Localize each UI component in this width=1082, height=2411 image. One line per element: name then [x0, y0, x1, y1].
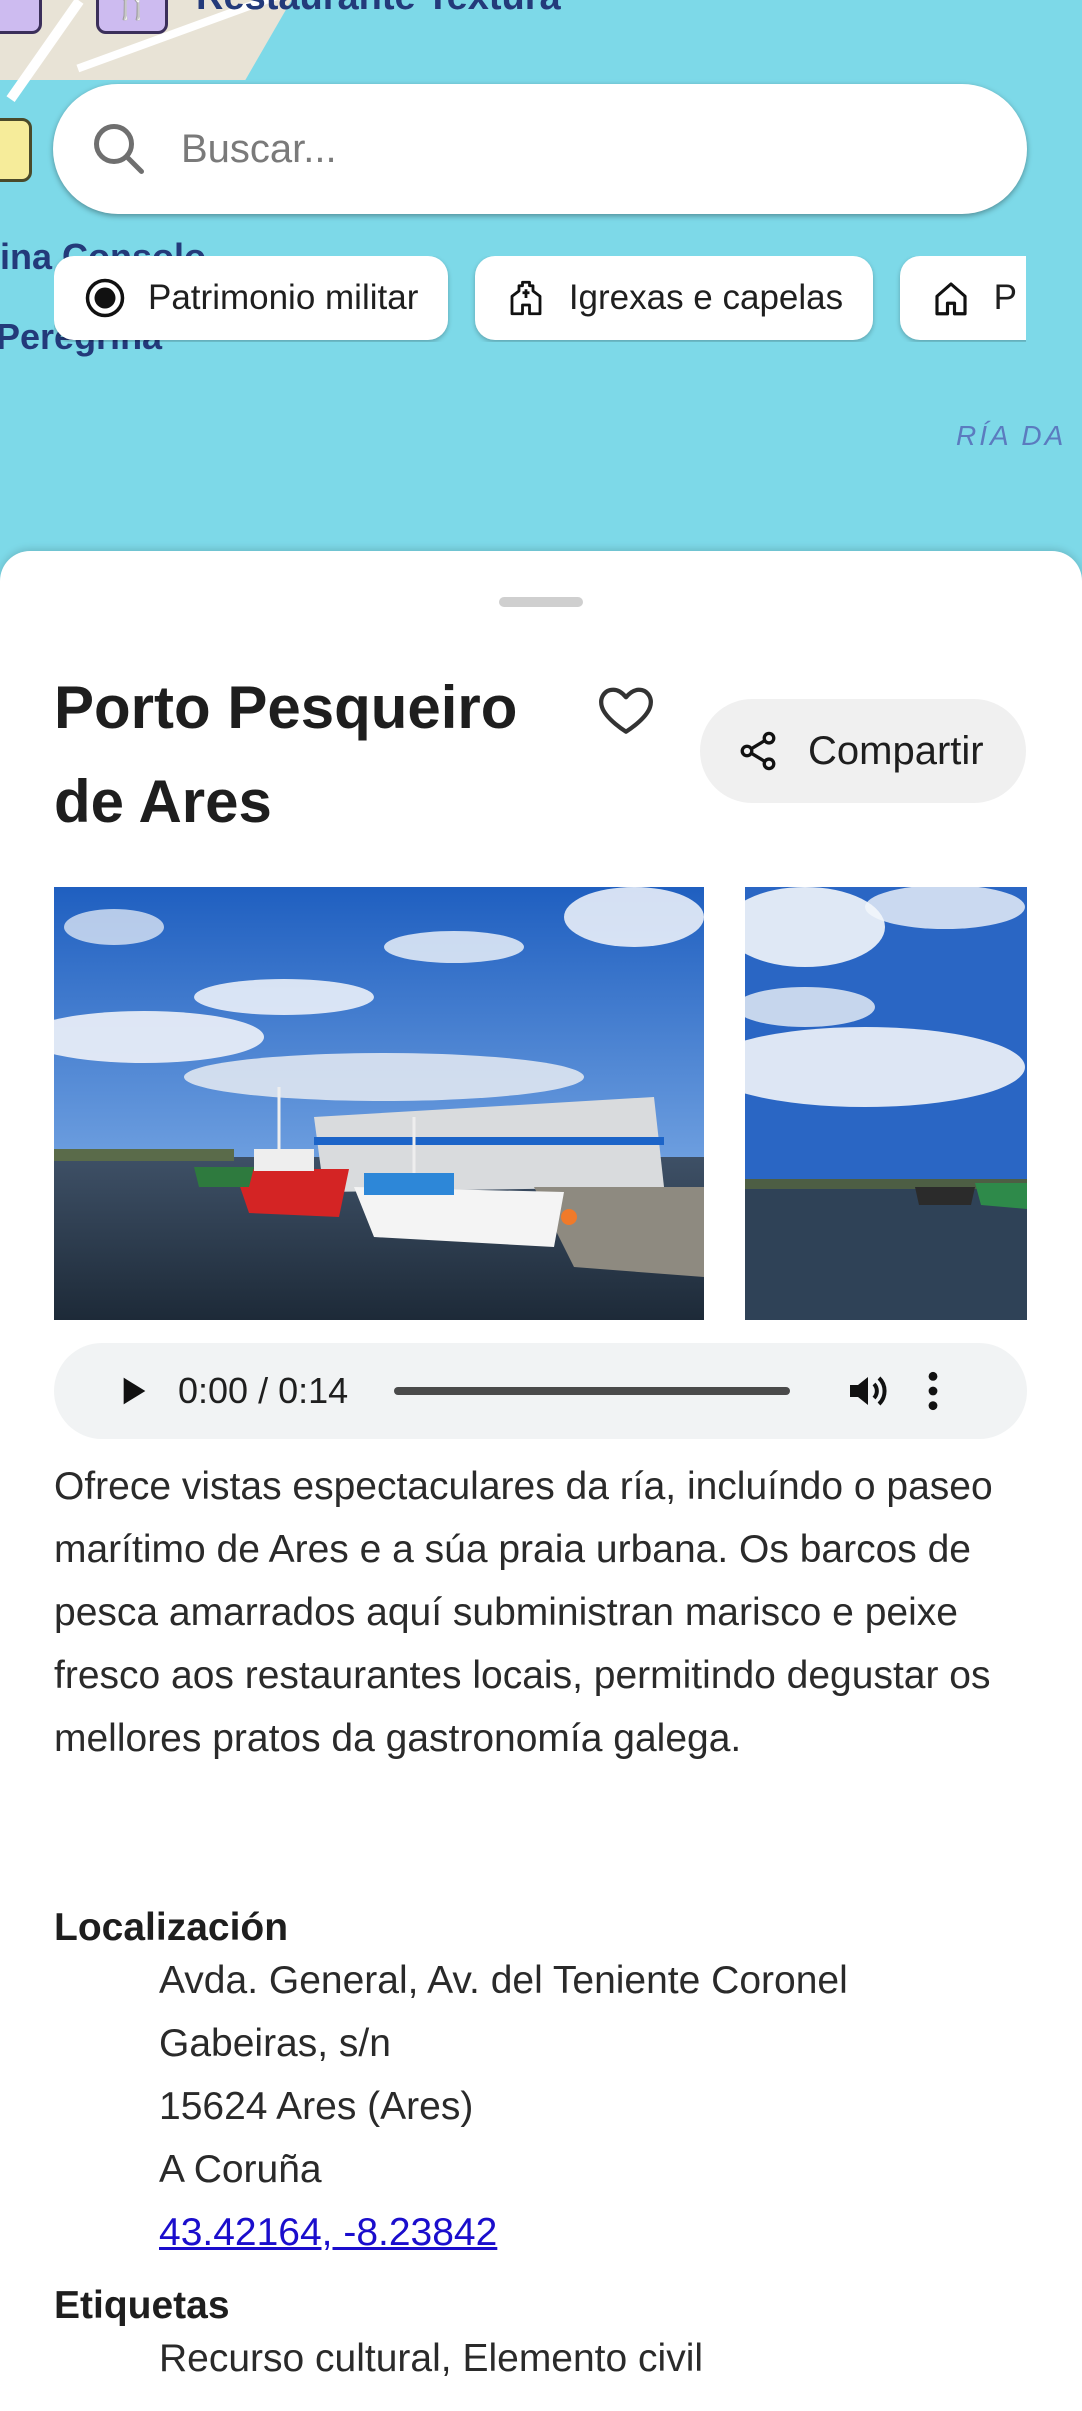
chip-label: Patrimonio militar: [148, 278, 419, 317]
map-poi-marker[interactable]: [0, 118, 32, 182]
search-input[interactable]: [179, 125, 963, 173]
chip-igrexas-capelas[interactable]: Igrexas e capelas: [474, 256, 874, 340]
search-icon: [94, 124, 144, 174]
audio-player[interactable]: 0:00 / 0:14: [54, 1343, 1027, 1439]
play-button[interactable]: [102, 1361, 162, 1421]
gallery-photo[interactable]: [54, 887, 704, 1320]
place-detail-sheet[interactable]: Porto Pesqueiro de Ares Compartir 0:00 /…: [0, 551, 1082, 2411]
volume-icon: [850, 1376, 887, 1406]
tags-label: Etiquetas: [54, 2284, 230, 2327]
map-label-restaurant[interactable]: Restaurante Textura: [196, 0, 561, 19]
heart-icon: [599, 687, 653, 734]
harbor-photo: [745, 887, 1027, 1320]
church-icon: [510, 280, 542, 316]
chip-label: Igrexas e capelas: [568, 278, 844, 317]
tags-value: Recurso cultural, Elemento civil: [159, 2337, 704, 2380]
favorite-button[interactable]: [590, 673, 662, 745]
audio-progress-slider[interactable]: [394, 1387, 790, 1395]
volume-button[interactable]: [840, 1363, 896, 1419]
search-bar[interactable]: [53, 84, 1027, 214]
audio-time: 0:00 / 0:14: [178, 1370, 349, 1411]
share-label: Compartir: [808, 728, 984, 773]
location-details: Avda. General, Av. del Teniente Coronel …: [159, 1949, 1019, 2264]
coordinates-link[interactable]: 43.42164, -8.23842: [159, 2211, 497, 2254]
home-icon: [935, 282, 967, 316]
category-chips[interactable]: Patrimonio militar Igrexas e capelas P: [54, 256, 1026, 342]
restaurant-icon: 🍴: [110, 0, 154, 21]
address-line: Gabeiras, s/n: [159, 2022, 391, 2065]
share-icon: [740, 731, 776, 771]
audio-more-button[interactable]: [918, 1363, 948, 1419]
map-poi-marker[interactable]: [0, 0, 42, 34]
address-line: Avda. General, Av. del Teniente Coronel: [159, 1959, 848, 2002]
tags-details: Recurso cultural, Elemento civil: [159, 2327, 1019, 2390]
location-label: Localización: [54, 1906, 289, 1949]
sheet-drag-handle[interactable]: [499, 597, 583, 607]
address-line: A Coruña: [159, 2148, 322, 2191]
place-title: Porto Pesqueiro de Ares: [54, 674, 518, 835]
radio-dot-icon: [85, 278, 125, 318]
map-poi-restaurant-marker[interactable]: 🍴: [96, 0, 168, 34]
chip-label: P: [993, 278, 1017, 317]
share-button[interactable]: Compartir: [700, 699, 1026, 803]
gallery-photo[interactable]: [745, 887, 1027, 1320]
harbor-photo: [54, 887, 704, 1320]
chip-patrimonio-militar[interactable]: Patrimonio militar: [54, 256, 449, 340]
address-line: 15624 Ares (Ares): [159, 2085, 474, 2128]
map-label-ria: RÍA DA: [956, 420, 1067, 451]
photo-gallery[interactable]: [54, 887, 1027, 1320]
place-description: Ofrece vistas espectaculares da ría, inc…: [54, 1465, 993, 1760]
chip-partial[interactable]: P: [899, 256, 1026, 340]
more-vert-icon: [928, 1371, 938, 1411]
play-icon: [123, 1377, 146, 1405]
